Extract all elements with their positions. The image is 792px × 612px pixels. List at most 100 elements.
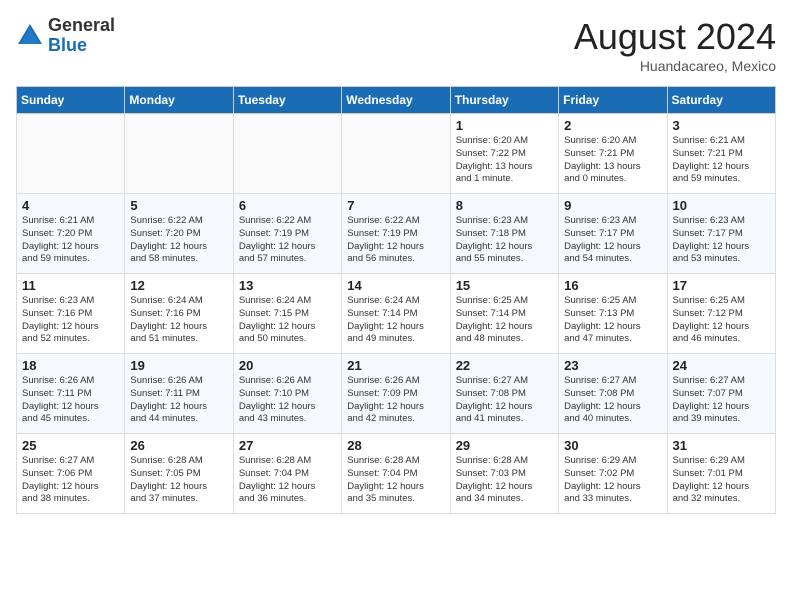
calendar-cell: 31 Sunrise: 6:29 AM Sunset: 7:01 PM Dayli… <box>667 434 775 514</box>
calendar-cell: 25Sunrise: 6:27 AM Sunset: 7:06 PM Dayli… <box>17 434 125 514</box>
day-info: Sunrise: 6:28 AM Sunset: 7:05 PM Dayligh… <box>130 455 227 506</box>
weekday-header-row: SundayMondayTuesdayWednesdayThursdayFrid… <box>17 87 776 114</box>
month-year: August 2024 <box>574 16 776 58</box>
calendar-cell: 8 Sunrise: 6:23 AM Sunset: 7:18 PM Daylig… <box>450 194 558 274</box>
weekday-header: Sunday <box>17 87 125 114</box>
day-info: Sunrise: 6:21 AM Sunset: 7:20 PM Dayligh… <box>22 215 119 266</box>
calendar-cell: 29 Sunrise: 6:28 AM Sunset: 7:03 PM Dayli… <box>450 434 558 514</box>
location: Huandacareo, Mexico <box>574 58 776 74</box>
day-number: 1 <box>456 118 553 133</box>
day-info: Sunrise: 6:23 AM Sunset: 7:17 PM Dayligh… <box>673 215 770 266</box>
day-info: Sunrise: 6:26 AM Sunset: 7:09 PM Dayligh… <box>347 375 444 426</box>
day-info: Sunrise: 6:23 AM Sunset: 7:17 PM Dayligh… <box>564 215 661 266</box>
day-info: Sunrise: 6:20 AM Sunset: 7:21 PM Dayligh… <box>564 135 661 186</box>
day-info: Sunrise: 6:23 AM Sunset: 7:18 PM Dayligh… <box>456 215 553 266</box>
calendar-cell: 2 Sunrise: 6:20 AM Sunset: 7:21 PM Daylig… <box>559 114 667 194</box>
day-info: Sunrise: 6:25 AM Sunset: 7:12 PM Dayligh… <box>673 295 770 346</box>
day-info: Sunrise: 6:28 AM Sunset: 7:03 PM Dayligh… <box>456 455 553 506</box>
calendar-cell: 15 Sunrise: 6:25 AM Sunset: 7:14 PM Dayli… <box>450 274 558 354</box>
calendar-cell: 30 Sunrise: 6:29 AM Sunset: 7:02 PM Dayli… <box>559 434 667 514</box>
weekday-header: Tuesday <box>233 87 341 114</box>
calendar-week-row: 1Sunrise: 6:20 AM Sunset: 7:22 PM Daylig… <box>17 114 776 194</box>
weekday-header: Saturday <box>667 87 775 114</box>
calendar-cell: 4 Sunrise: 6:21 AM Sunset: 7:20 PM Daylig… <box>17 194 125 274</box>
calendar-week-row: 25Sunrise: 6:27 AM Sunset: 7:06 PM Dayli… <box>17 434 776 514</box>
day-number: 19 <box>130 358 227 373</box>
day-info: Sunrise: 6:22 AM Sunset: 7:20 PM Dayligh… <box>130 215 227 266</box>
calendar-cell: 19 Sunrise: 6:26 AM Sunset: 7:11 PM Dayli… <box>125 354 233 434</box>
weekday-header: Monday <box>125 87 233 114</box>
day-number: 4 <box>22 198 119 213</box>
day-number: 23 <box>564 358 661 373</box>
calendar-cell: 13 Sunrise: 6:24 AM Sunset: 7:15 PM Dayli… <box>233 274 341 354</box>
calendar-cell: 22 Sunrise: 6:27 AM Sunset: 7:08 PM Dayli… <box>450 354 558 434</box>
day-info: Sunrise: 6:22 AM Sunset: 7:19 PM Dayligh… <box>347 215 444 266</box>
weekday-header: Wednesday <box>342 87 450 114</box>
day-info: Sunrise: 6:24 AM Sunset: 7:15 PM Dayligh… <box>239 295 336 346</box>
calendar-cell: 26 Sunrise: 6:28 AM Sunset: 7:05 PM Dayli… <box>125 434 233 514</box>
day-number: 30 <box>564 438 661 453</box>
day-number: 14 <box>347 278 444 293</box>
day-number: 26 <box>130 438 227 453</box>
day-info: Sunrise: 6:27 AM Sunset: 7:08 PM Dayligh… <box>564 375 661 426</box>
calendar-cell: 23 Sunrise: 6:27 AM Sunset: 7:08 PM Dayli… <box>559 354 667 434</box>
day-number: 8 <box>456 198 553 213</box>
day-info: Sunrise: 6:28 AM Sunset: 7:04 PM Dayligh… <box>347 455 444 506</box>
day-info: Sunrise: 6:25 AM Sunset: 7:14 PM Dayligh… <box>456 295 553 346</box>
day-number: 29 <box>456 438 553 453</box>
day-number: 17 <box>673 278 770 293</box>
calendar-week-row: 4 Sunrise: 6:21 AM Sunset: 7:20 PM Daylig… <box>17 194 776 274</box>
day-number: 22 <box>456 358 553 373</box>
calendar-cell: 9 Sunrise: 6:23 AM Sunset: 7:17 PM Daylig… <box>559 194 667 274</box>
calendar-cell: 7 Sunrise: 6:22 AM Sunset: 7:19 PM Daylig… <box>342 194 450 274</box>
calendar-cell <box>342 114 450 194</box>
day-info: Sunrise: 6:27 AM Sunset: 7:07 PM Dayligh… <box>673 375 770 426</box>
day-info: Sunrise: 6:24 AM Sunset: 7:16 PM Dayligh… <box>130 295 227 346</box>
calendar-cell <box>125 114 233 194</box>
day-info: Sunrise: 6:27 AM Sunset: 7:08 PM Dayligh… <box>456 375 553 426</box>
calendar-cell: 20Sunrise: 6:26 AM Sunset: 7:10 PM Dayli… <box>233 354 341 434</box>
calendar-cell: 5 Sunrise: 6:22 AM Sunset: 7:20 PM Daylig… <box>125 194 233 274</box>
day-number: 13 <box>239 278 336 293</box>
day-number: 25 <box>22 438 119 453</box>
day-number: 2 <box>564 118 661 133</box>
day-info: Sunrise: 6:22 AM Sunset: 7:19 PM Dayligh… <box>239 215 336 266</box>
day-number: 10 <box>673 198 770 213</box>
day-info: Sunrise: 6:25 AM Sunset: 7:13 PM Dayligh… <box>564 295 661 346</box>
day-info: Sunrise: 6:21 AM Sunset: 7:21 PM Dayligh… <box>673 135 770 186</box>
calendar-cell: 18Sunrise: 6:26 AM Sunset: 7:11 PM Dayli… <box>17 354 125 434</box>
day-info: Sunrise: 6:26 AM Sunset: 7:11 PM Dayligh… <box>130 375 227 426</box>
day-info: Sunrise: 6:29 AM Sunset: 7:01 PM Dayligh… <box>673 455 770 506</box>
calendar-cell: 16 Sunrise: 6:25 AM Sunset: 7:13 PM Dayli… <box>559 274 667 354</box>
day-number: 7 <box>347 198 444 213</box>
calendar-cell <box>233 114 341 194</box>
day-info: Sunrise: 6:26 AM Sunset: 7:10 PM Dayligh… <box>239 375 336 426</box>
day-number: 15 <box>456 278 553 293</box>
day-number: 5 <box>130 198 227 213</box>
calendar-table: SundayMondayTuesdayWednesdayThursdayFrid… <box>16 86 776 514</box>
calendar-cell: 17 Sunrise: 6:25 AM Sunset: 7:12 PM Dayli… <box>667 274 775 354</box>
calendar-week-row: 18Sunrise: 6:26 AM Sunset: 7:11 PM Dayli… <box>17 354 776 434</box>
day-info: Sunrise: 6:29 AM Sunset: 7:02 PM Dayligh… <box>564 455 661 506</box>
day-number: 11 <box>22 278 119 293</box>
calendar-cell: 1Sunrise: 6:20 AM Sunset: 7:22 PM Daylig… <box>450 114 558 194</box>
day-number: 16 <box>564 278 661 293</box>
day-number: 9 <box>564 198 661 213</box>
day-info: Sunrise: 6:28 AM Sunset: 7:04 PM Dayligh… <box>239 455 336 506</box>
logo-text: General Blue <box>48 16 115 56</box>
day-number: 31 <box>673 438 770 453</box>
calendar-cell: 11 Sunrise: 6:23 AM Sunset: 7:16 PM Dayli… <box>17 274 125 354</box>
day-number: 6 <box>239 198 336 213</box>
calendar-week-row: 11 Sunrise: 6:23 AM Sunset: 7:16 PM Dayli… <box>17 274 776 354</box>
day-number: 12 <box>130 278 227 293</box>
calendar-cell <box>17 114 125 194</box>
calendar-cell: 28Sunrise: 6:28 AM Sunset: 7:04 PM Dayli… <box>342 434 450 514</box>
weekday-header: Thursday <box>450 87 558 114</box>
day-number: 27 <box>239 438 336 453</box>
calendar-cell: 10 Sunrise: 6:23 AM Sunset: 7:17 PM Dayli… <box>667 194 775 274</box>
day-info: Sunrise: 6:23 AM Sunset: 7:16 PM Dayligh… <box>22 295 119 346</box>
calendar-cell: 3Sunrise: 6:21 AM Sunset: 7:21 PM Daylig… <box>667 114 775 194</box>
logo-general: General <box>48 16 115 36</box>
day-info: Sunrise: 6:24 AM Sunset: 7:14 PM Dayligh… <box>347 295 444 346</box>
calendar-cell: 24Sunrise: 6:27 AM Sunset: 7:07 PM Dayli… <box>667 354 775 434</box>
